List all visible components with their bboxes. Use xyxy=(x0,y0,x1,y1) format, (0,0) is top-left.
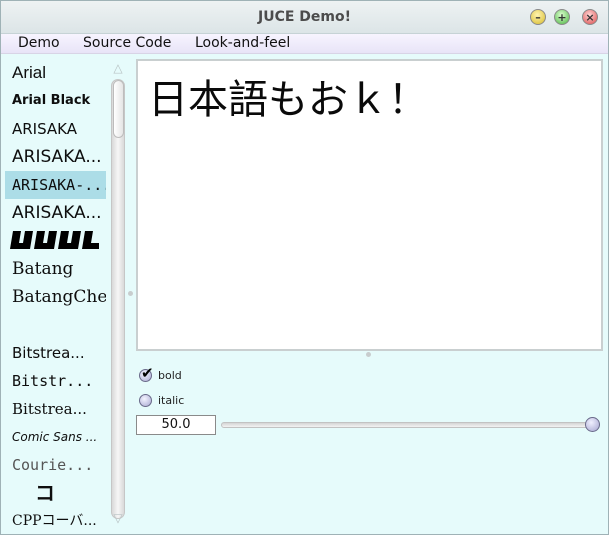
font-list-scrollbar[interactable]: △ ▽ xyxy=(109,61,127,527)
font-list-item[interactable]: ARISAKA... xyxy=(5,143,106,171)
font-list-item-selected[interactable]: ARISAKA-... xyxy=(5,171,106,199)
menu-demo[interactable]: Demo xyxy=(18,35,60,51)
title-bar: JUCE Demo! – + × xyxy=(1,1,608,34)
close-icon: × xyxy=(585,10,595,24)
font-list-item[interactable]: ARISAKA... xyxy=(5,199,106,227)
horizontal-resizer[interactable] xyxy=(366,352,372,357)
bold-checkbox[interactable]: ✔ xyxy=(139,364,154,382)
font-list-item[interactable]: BatangChe xyxy=(5,283,106,311)
italic-toggle[interactable]: italic xyxy=(139,392,184,408)
close-button[interactable]: × xyxy=(582,9,598,25)
bold-toggle[interactable]: ✔ bold xyxy=(139,364,182,383)
scroll-track[interactable] xyxy=(111,79,125,519)
window-title: JUCE Demo! xyxy=(258,9,351,25)
font-size-slider[interactable] xyxy=(221,422,594,428)
minimize-button[interactable]: – xyxy=(530,9,546,25)
font-list[interactable]: Arial Arial Black ARISAKA ARISAKA... ARI… xyxy=(5,59,106,531)
maximize-button[interactable]: + xyxy=(554,9,570,25)
menu-bar: Demo Source Code Look-and-feel xyxy=(1,34,608,54)
menu-source-code[interactable]: Source Code xyxy=(83,35,171,51)
preview-text: 日本語もおｋ！ xyxy=(148,77,428,123)
menu-look-and-feel[interactable]: Look-and-feel xyxy=(195,35,290,51)
font-list-item[interactable]: Bitstrea... xyxy=(5,339,106,367)
font-list-item[interactable]: CPPコーバ... xyxy=(5,507,106,531)
app-window: JUCE Demo! – + × Demo Source Code Look-a… xyxy=(0,0,609,535)
font-list-item[interactable]: Bitstrea... xyxy=(5,395,106,423)
maximize-icon: + xyxy=(557,10,567,24)
font-list-item[interactable]: ARISAKA xyxy=(5,115,106,143)
italic-label: italic xyxy=(158,393,185,407)
scroll-up-arrow-icon[interactable]: △ xyxy=(109,61,127,75)
scroll-thumb[interactable] xyxy=(113,80,124,138)
symbol-font-sample xyxy=(10,231,99,249)
font-list-item[interactable]: Batang xyxy=(5,255,106,283)
bold-label: bold xyxy=(158,368,182,382)
font-size-slider-thumb[interactable] xyxy=(585,417,600,432)
font-size-value[interactable]: 50.0 xyxy=(136,415,216,435)
font-list-item[interactable]: Courie... xyxy=(5,451,106,479)
font-list-item-empty[interactable] xyxy=(5,311,106,339)
font-list-item-symbol[interactable] xyxy=(5,227,106,255)
vertical-resizer[interactable] xyxy=(128,291,133,297)
font-list-item[interactable]: Comic Sans ... xyxy=(5,423,106,451)
font-list-item[interactable]: Arial Black xyxy=(5,87,106,115)
minimize-icon: – xyxy=(535,10,541,24)
italic-checkbox[interactable] xyxy=(139,393,152,407)
scroll-down-arrow-icon[interactable]: ▽ xyxy=(109,511,127,525)
font-list-item[interactable]: コ xyxy=(5,479,106,507)
font-list-item[interactable]: Bitstr... xyxy=(5,367,106,395)
font-preview-area: 日本語もおｋ！ xyxy=(136,59,603,351)
font-list-item[interactable]: Arial xyxy=(5,59,106,87)
checkmark-icon: ✔ xyxy=(141,363,154,382)
